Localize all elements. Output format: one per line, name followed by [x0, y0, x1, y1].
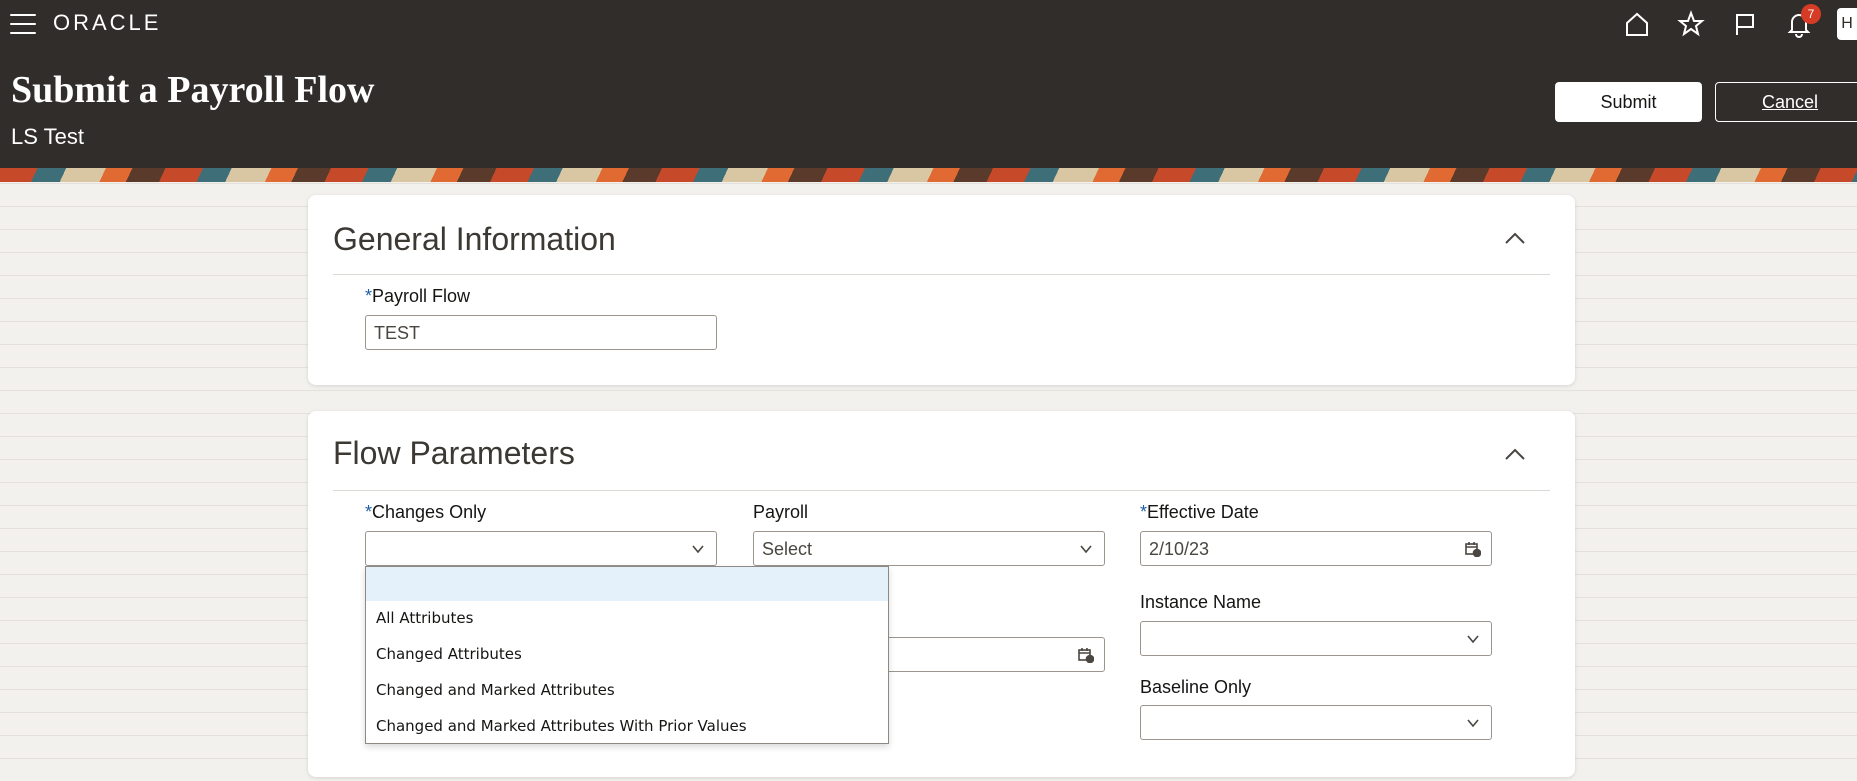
chevron-down-icon[interactable]: [1465, 631, 1481, 647]
submit-button[interactable]: Submit: [1555, 82, 1702, 122]
menu-icon[interactable]: [10, 14, 36, 34]
cancel-button[interactable]: Cancel: [1715, 82, 1857, 122]
effective-date-input[interactable]: 2/10/23: [1140, 531, 1492, 566]
flag-icon[interactable]: [1729, 8, 1761, 40]
favorites-star-icon[interactable]: [1675, 8, 1707, 40]
collapse-chevron-up-icon[interactable]: [1503, 231, 1527, 245]
dropdown-option-changed-marked-attributes[interactable]: Changed and Marked Attributes: [366, 673, 888, 709]
required-indicator: *: [365, 286, 373, 306]
changes-only-label: *Changes Only: [365, 502, 487, 522]
payroll-select[interactable]: Select: [753, 531, 1105, 566]
instance-name-label: Instance Name: [1140, 592, 1262, 612]
required-indicator: *: [1140, 502, 1148, 522]
dropdown-option-changed-marked-prior-values[interactable]: Changed and Marked Attributes With Prior…: [366, 709, 888, 745]
dropdown-option-all-attributes[interactable]: All Attributes: [366, 601, 888, 637]
notification-count-badge: 7: [1801, 4, 1821, 24]
payroll-flow-input[interactable]: TEST: [365, 315, 717, 350]
effective-date-label: *Effective Date: [1140, 502, 1259, 522]
notifications-bell-icon[interactable]: 7: [1783, 4, 1821, 40]
user-avatar[interactable]: H: [1837, 8, 1857, 40]
instance-name-select[interactable]: [1140, 621, 1492, 656]
baseline-only-label: Baseline Only: [1140, 677, 1252, 697]
page-subtitle: LS Test: [11, 124, 84, 149]
home-icon[interactable]: [1621, 8, 1653, 40]
chevron-down-icon[interactable]: [690, 541, 706, 557]
baseline-only-select[interactable]: [1140, 705, 1492, 740]
section-title-flow: Flow Parameters: [333, 435, 575, 471]
global-toolbar: 7 H: [1599, 4, 1857, 40]
changes-only-dropdown-list: All Attributes Changed Attributes Change…: [365, 566, 889, 744]
payroll-flow-label: *Payroll Flow: [365, 286, 471, 306]
collapse-chevron-up-icon[interactable]: [1503, 447, 1527, 461]
dropdown-option-changed-attributes[interactable]: Changed Attributes: [366, 637, 888, 673]
section-title-general: General Information: [333, 221, 616, 257]
calendar-icon[interactable]: [1465, 541, 1482, 558]
app-header: ORACLE 7 H Submit a Payroll Flow LS Test…: [0, 0, 1857, 168]
page-title: Submit a Payroll Flow: [11, 69, 375, 111]
section-divider: [333, 490, 1550, 491]
chevron-down-icon[interactable]: [1078, 541, 1094, 557]
oracle-logo[interactable]: ORACLE: [53, 10, 161, 36]
decorative-banner: [0, 168, 1857, 182]
section-divider: [333, 274, 1550, 275]
payroll-label: Payroll: [753, 502, 809, 522]
chevron-down-icon[interactable]: [1465, 715, 1481, 731]
calendar-icon[interactable]: [1078, 647, 1095, 664]
general-information-section: General Information *Payroll Flow TEST: [308, 195, 1575, 385]
changes-only-select[interactable]: [365, 531, 717, 566]
dropdown-option-blank[interactable]: [366, 567, 888, 601]
required-indicator: *: [365, 502, 373, 522]
